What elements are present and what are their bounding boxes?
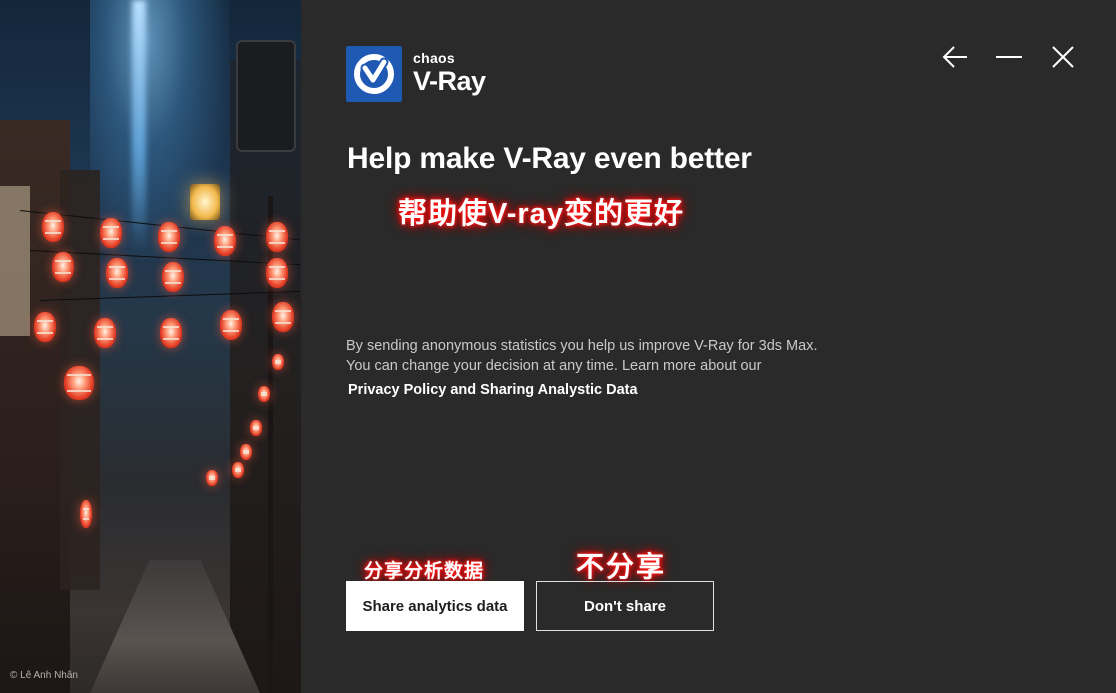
- vray-analytics-dialog: © Lê Anh Nhân chaos V-Ray Help make V-Ra…: [0, 0, 1116, 693]
- lantern: [64, 366, 94, 400]
- lantern: [80, 500, 92, 528]
- privacy-policy-link[interactable]: Privacy Policy and Sharing Analystic Dat…: [348, 382, 638, 398]
- lantern: [94, 318, 116, 348]
- lantern: [206, 470, 218, 486]
- close-icon: [1052, 46, 1074, 68]
- lantern: [258, 386, 270, 402]
- page-title: Help make V-Ray even better: [347, 142, 752, 175]
- minimize-icon: [996, 56, 1022, 58]
- lantern: [42, 212, 64, 242]
- lantern: [160, 318, 182, 348]
- description-line-1: By sending anonymous statistics you help…: [346, 338, 818, 354]
- minimize-button[interactable]: [994, 42, 1024, 72]
- lantern: [106, 258, 128, 288]
- photo-credit: © Lê Anh Nhân: [10, 670, 78, 681]
- dont-share-annotation: 不分享: [576, 551, 667, 582]
- lantern: [272, 302, 294, 332]
- arrow-left-icon: [942, 46, 967, 68]
- lantern: [100, 218, 122, 248]
- description-text: By sending anonymous statistics you help…: [346, 336, 866, 376]
- share-annotation: 分享分析数据: [364, 561, 485, 582]
- lantern: [272, 354, 284, 370]
- street-lamp: [190, 184, 220, 220]
- lantern: [52, 252, 74, 282]
- lantern: [34, 312, 56, 342]
- close-button[interactable]: [1048, 42, 1078, 72]
- share-analytics-button[interactable]: Share analytics data: [346, 581, 524, 631]
- description-line-2: You can change your decision at any time…: [346, 358, 762, 374]
- title-annotation: 帮助使V-ray变的更好: [398, 198, 684, 230]
- lantern: [158, 222, 180, 252]
- lantern: [232, 462, 244, 478]
- lantern: [250, 420, 262, 436]
- lantern: [240, 444, 252, 460]
- lantern: [214, 226, 236, 256]
- brand-product: V-Ray: [413, 66, 486, 96]
- vray-logo-icon: [346, 46, 402, 102]
- brand-company: chaos: [413, 50, 455, 66]
- back-button[interactable]: [940, 42, 970, 72]
- alley-lanterns-photo: © Lê Anh Nhân: [0, 0, 301, 693]
- dont-share-button[interactable]: Don't share: [536, 581, 714, 631]
- lantern: [266, 258, 288, 288]
- lantern: [162, 262, 184, 292]
- lantern: [266, 222, 288, 252]
- lantern: [220, 310, 242, 340]
